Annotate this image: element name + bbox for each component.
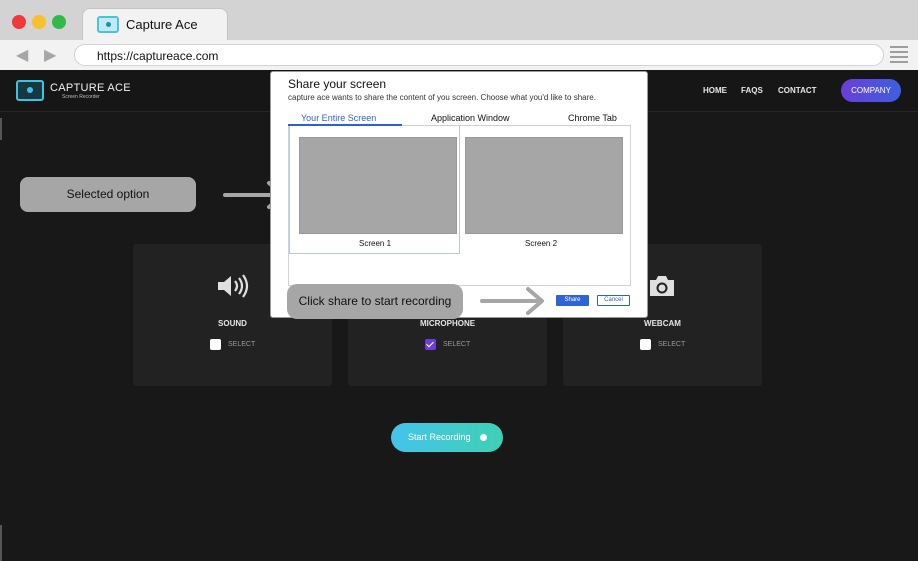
left-edge-marker xyxy=(0,118,2,140)
camera-icon xyxy=(650,276,674,296)
arrow-right-icon xyxy=(480,287,544,315)
address-url: https://captureace.com xyxy=(97,49,219,63)
microphone-label: MICROPHONE xyxy=(419,319,476,328)
start-recording-label: Start Recording xyxy=(408,432,471,442)
minimize-window-button[interactable] xyxy=(32,15,46,29)
left-edge-marker xyxy=(0,525,2,561)
logo-subtitle: Screen Recorder xyxy=(62,94,100,100)
share-screen-dialog: Share your screen capture ace wants to s… xyxy=(270,71,648,318)
tab-application-window[interactable]: Application Window xyxy=(431,113,510,123)
screen-1-thumbnail[interactable] xyxy=(299,137,457,234)
sound-checkbox[interactable] xyxy=(210,339,221,350)
maximize-window-button[interactable] xyxy=(52,15,66,29)
start-recording-button[interactable]: Start Recording xyxy=(391,423,503,452)
screen-1-label: Screen 1 xyxy=(359,239,392,248)
dialog-tabs: Your Entire Screen Application Window Ch… xyxy=(288,112,631,126)
hamburger-menu-icon[interactable] xyxy=(890,46,908,64)
dialog-subtitle: capture ace wants to share the content o… xyxy=(288,93,596,102)
browser-chrome: Capture Ace ◀ ▶ https://captureace.com xyxy=(0,0,918,70)
nav-home[interactable]: HOME xyxy=(703,86,727,95)
nav-contact[interactable]: CONTACT xyxy=(778,86,817,95)
click-share-annotation: Click share to start recording xyxy=(287,284,463,319)
close-window-button[interactable] xyxy=(12,15,26,29)
nav-faqs[interactable]: FAQS xyxy=(741,86,763,95)
webcam-select-label: SELECT xyxy=(658,341,686,348)
speaker-icon xyxy=(218,274,249,298)
back-arrow-icon[interactable]: ◀ xyxy=(16,45,28,65)
microphone-select-label: SELECT xyxy=(443,341,471,348)
company-button[interactable]: COMPANY xyxy=(841,79,901,102)
record-dot-icon xyxy=(480,434,487,441)
browser-toolbar: ◀ ▶ https://captureace.com xyxy=(0,40,918,70)
webcam-checkbox[interactable] xyxy=(640,339,651,350)
screen-2-thumbnail[interactable] xyxy=(465,137,623,234)
tab-chrome-tab[interactable]: Chrome Tab xyxy=(568,113,617,123)
microphone-checkbox[interactable] xyxy=(425,339,436,350)
capture-ace-logo-icon[interactable] xyxy=(16,80,44,101)
selected-option-annotation: Selected option xyxy=(20,177,196,212)
cancel-button[interactable]: Cancel xyxy=(597,295,630,306)
share-button[interactable]: Share xyxy=(556,295,589,306)
screen-2-label: Screen 2 xyxy=(525,239,558,248)
browser-tab-title: Capture Ace xyxy=(126,17,198,32)
browser-tab[interactable]: Capture Ace xyxy=(82,8,228,40)
logo-title: CAPTURE ACE xyxy=(50,82,131,94)
address-bar[interactable]: https://captureace.com xyxy=(74,44,884,66)
sound-select-label: SELECT xyxy=(228,341,256,348)
capture-ace-tab-icon xyxy=(97,16,119,33)
webcam-label: WEBCAM xyxy=(644,319,681,328)
screen-options-panel: Screen 1 Screen 2 xyxy=(288,126,631,286)
sound-label: SOUND xyxy=(218,319,247,328)
forward-arrow-icon[interactable]: ▶ xyxy=(44,45,56,65)
dialog-title: Share your screen xyxy=(288,77,387,91)
tab-your-entire-screen[interactable]: Your Entire Screen xyxy=(301,113,376,123)
